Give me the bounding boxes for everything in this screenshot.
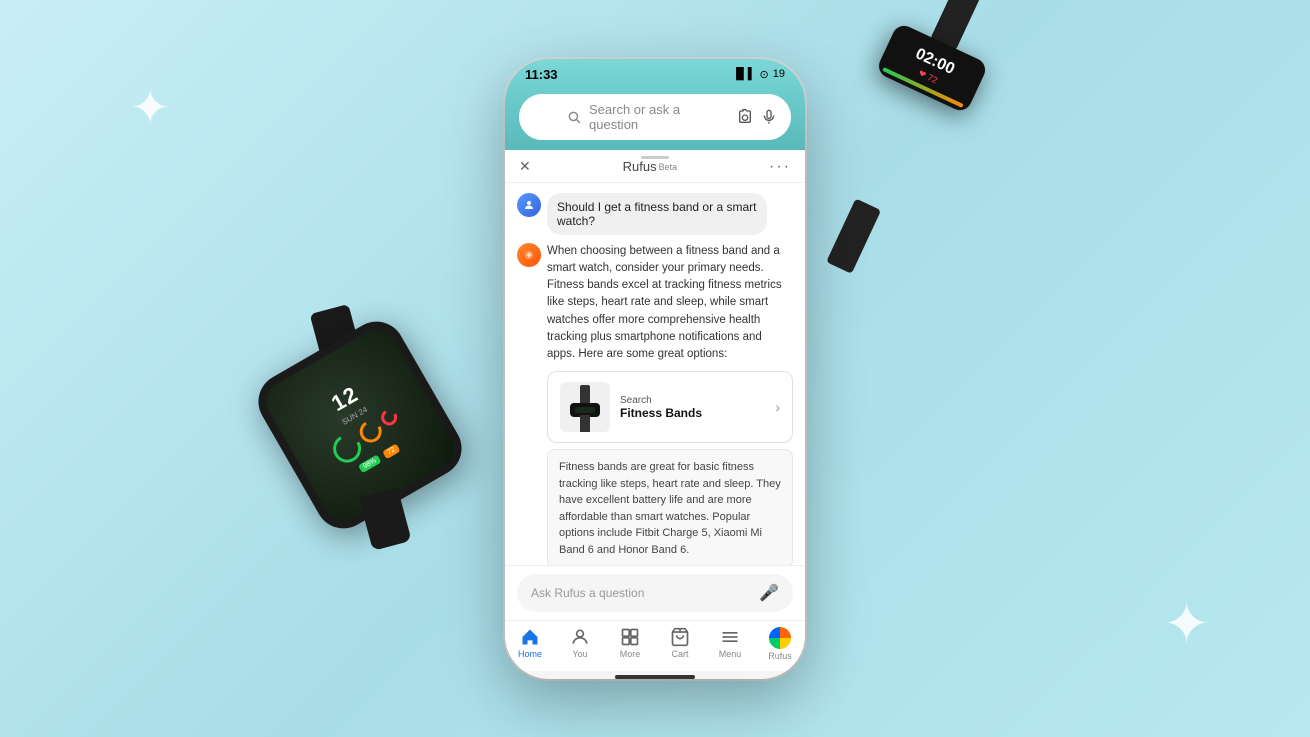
battery-icon: 19 <box>773 68 785 80</box>
bottom-nav: Home You More Cart Menu Rufus <box>505 620 805 671</box>
card-search-label: Search <box>620 395 765 406</box>
more-label: More <box>620 649 641 659</box>
smart-watch-product: 12 SUN 24 98% 72 <box>280 340 480 560</box>
search-actions <box>737 109 777 125</box>
ai-message: When choosing between a fitness band and… <box>517 243 793 565</box>
fitness-bands-title: Fitness Bands <box>620 406 765 420</box>
home-icon <box>520 627 540 647</box>
you-label: You <box>572 649 587 659</box>
rufus-header: ✕ RufusBeta ··· <box>505 150 805 183</box>
fitness-bands-chevron: › <box>775 399 780 415</box>
nav-item-you[interactable]: You <box>555 627 605 661</box>
input-area: Ask Rufus a question 🎤 <box>505 565 805 620</box>
phone-body: 11:33 ▐▌▌ ⊙ 19 ← Search or ask a questio… <box>505 59 805 679</box>
search-placeholder-text: Search or ask a question <box>589 102 729 132</box>
status-time: 11:33 <box>525 67 558 82</box>
nav-item-home[interactable]: Home <box>505 627 555 661</box>
sparkle-decoration-br: ✦ <box>1163 591 1210 657</box>
rufus-nav-icon <box>769 627 791 649</box>
close-button[interactable]: ✕ <box>519 158 531 175</box>
fitness-band-card-image <box>560 382 610 432</box>
ai-avatar <box>517 243 541 267</box>
fitness-band-product: 02:00 ❤ 72 <box>822 22 1097 278</box>
input-placeholder: Ask Rufus a question <box>531 586 751 600</box>
rufus-nav-label: Rufus <box>768 651 792 661</box>
search-input-row[interactable]: ← Search or ask a question <box>519 94 791 140</box>
mic-icon[interactable] <box>761 109 777 125</box>
mic-button[interactable]: 🎤 <box>759 583 779 603</box>
rufus-title: RufusBeta <box>623 159 677 174</box>
ai-response-text: When choosing between a fitness band and… <box>547 243 793 364</box>
input-row[interactable]: Ask Rufus a question 🎤 <box>517 574 793 612</box>
status-bar: 11:33 ▐▌▌ ⊙ 19 <box>505 59 805 88</box>
home-indicator <box>615 675 695 679</box>
more-options-button[interactable]: ··· <box>769 158 791 176</box>
more-icon <box>620 627 640 647</box>
search-bar-container: ← Search or ask a question <box>505 88 805 150</box>
search-icon <box>567 110 581 124</box>
nav-item-menu[interactable]: Menu <box>705 627 755 661</box>
you-icon <box>570 627 590 647</box>
phone-mockup: 11:33 ▐▌▌ ⊙ 19 ← Search or ask a questio… <box>505 59 805 679</box>
fitness-bands-card[interactable]: Search Fitness Bands › <box>547 371 793 443</box>
user-avatar <box>517 193 541 217</box>
nav-item-rufus[interactable]: Rufus <box>755 627 805 661</box>
nav-item-more[interactable]: More <box>605 627 655 661</box>
messages-container: Should I get a fitness band or a smart w… <box>505 183 805 565</box>
cart-label: Cart <box>671 649 688 659</box>
cart-icon <box>670 627 690 647</box>
home-label: Home <box>518 649 542 659</box>
back-button[interactable]: ← <box>533 106 551 127</box>
signal-icon: ▐▌▌ <box>732 68 755 80</box>
fitness-bands-card-text: Search Fitness Bands <box>620 395 765 420</box>
user-message: Should I get a fitness band or a smart w… <box>517 193 793 235</box>
sparkle-decoration-tl: ✦ <box>130 80 170 136</box>
menu-label: Menu <box>719 649 742 659</box>
fitness-bands-description: Fitness bands are great for basic fitnes… <box>547 449 793 564</box>
status-icons: ▐▌▌ ⊙ 19 <box>732 68 785 81</box>
nav-item-cart[interactable]: Cart <box>655 627 705 661</box>
wifi-icon: ⊙ <box>760 68 769 81</box>
camera-icon[interactable] <box>737 109 753 125</box>
chat-area: ✕ RufusBeta ··· Should I get a fitness b… <box>505 150 805 565</box>
user-bubble: Should I get a fitness band or a smart w… <box>547 193 767 235</box>
ai-content: When choosing between a fitness band and… <box>547 243 793 565</box>
menu-icon <box>720 627 740 647</box>
